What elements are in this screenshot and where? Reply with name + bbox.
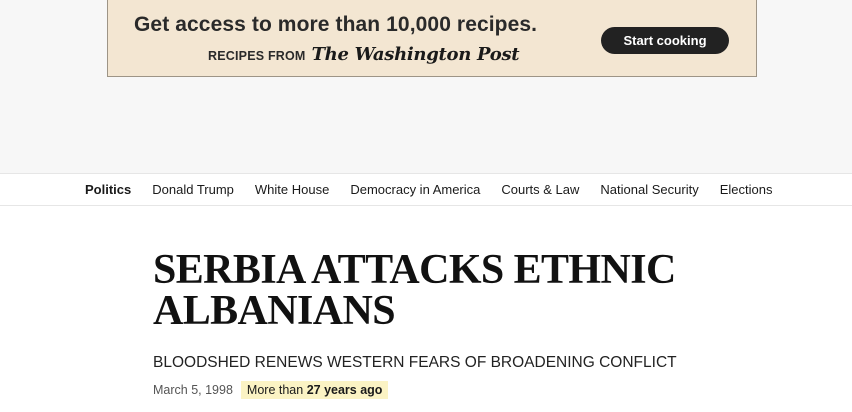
section-nav: Politics Donald Trump White House Democr… [0,173,852,206]
nav-item-donald-trump[interactable]: Donald Trump [152,182,234,197]
recipes-ad-banner[interactable]: Get access to more than 10,000 recipes. … [107,0,757,77]
article-age-badge: More than 27 years ago [240,381,389,399]
nav-item-democracy-in-america[interactable]: Democracy in America [350,182,480,197]
nav-item-courts-law[interactable]: Courts & Law [501,182,579,197]
washington-post-logo: The Washington Post [311,44,520,65]
ad-zone: Get access to more than 10,000 recipes. … [0,0,852,173]
nav-item-elections[interactable]: Elections [720,182,773,197]
article-headline: SERBIA ATTACKS ETHNIC ALBANIANS [153,247,676,334]
nav-item-national-security[interactable]: National Security [600,182,698,197]
article-meta: March 5, 1998 More than 27 years ago [153,381,389,399]
nav-item-politics[interactable]: Politics [85,182,131,197]
ad-subline: RECIPES FROM The Washington Post [208,44,520,65]
nav-item-white-house[interactable]: White House [255,182,329,197]
ad-headline: Get access to more than 10,000 recipes. [134,13,538,36]
ad-subline-label: RECIPES FROM [208,49,306,63]
article-subhead: BLOODSHED RENEWS WESTERN FEARS OF BROADE… [153,354,677,371]
start-cooking-button[interactable]: Start cooking [601,27,729,54]
section-nav-list: Politics Donald Trump White House Democr… [85,174,793,205]
age-prefix: More than [246,383,304,397]
age-value: 27 years ago [306,383,383,397]
article-date: March 5, 1998 [153,383,233,397]
